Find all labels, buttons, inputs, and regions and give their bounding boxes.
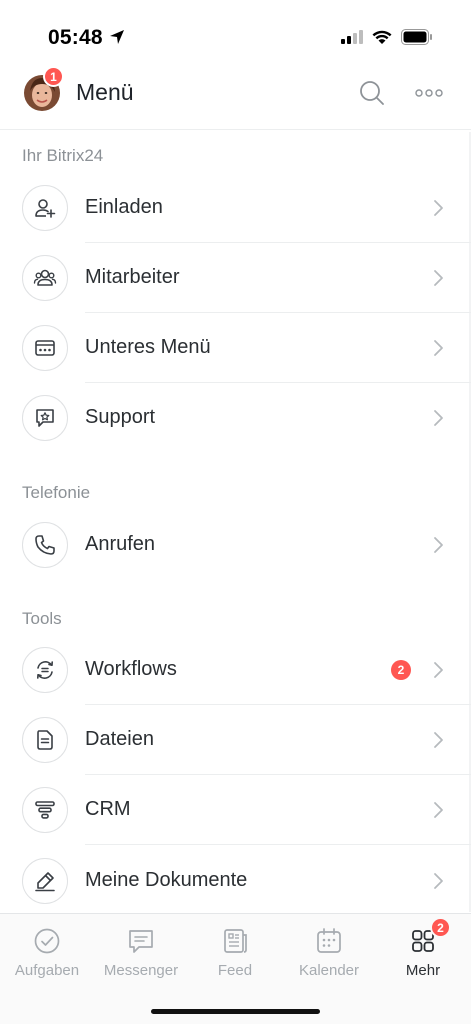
search-icon[interactable]: [358, 79, 386, 107]
tab-label: Mehr: [405, 962, 441, 979]
tab-feed[interactable]: Feed: [188, 926, 282, 979]
menu-item-label: Dateien: [85, 728, 154, 750]
calendar-icon: [317, 928, 341, 953]
chevron-right-icon: [434, 873, 443, 889]
tab-aufgaben[interactable]: Aufgaben: [0, 926, 94, 979]
chevron-right-icon: [434, 410, 443, 426]
support-chat-icon: [22, 395, 68, 441]
chevron-right-icon: [434, 662, 443, 678]
menu-item-label: Anrufen: [85, 533, 156, 555]
tab-label: Aufgaben: [14, 962, 80, 979]
menu-item-label: CRM: [85, 798, 131, 820]
status-bar: 05:48: [0, 0, 471, 70]
notification-badge: 2: [391, 660, 411, 680]
add-user-icon: [22, 185, 68, 231]
chevron-right-icon: [434, 802, 443, 818]
crm-funnel-icon: [22, 787, 68, 833]
menu-item-workflows[interactable]: Workflows 2: [0, 635, 471, 705]
chevron-right-icon: [434, 732, 443, 748]
menu-item-einladen[interactable]: Einladen: [0, 173, 471, 243]
menu-item-label: Support: [85, 406, 156, 428]
tab-kalender[interactable]: Kalender: [282, 926, 376, 979]
bottom-menu-icon: [22, 325, 68, 371]
workflow-icon: [22, 647, 68, 693]
tab-notification-badge: 2: [430, 917, 451, 938]
chevron-right-icon: [434, 340, 443, 356]
location-arrow-icon: [110, 30, 124, 44]
row-divider: [85, 844, 471, 845]
menu-item-label: Workflows: [85, 658, 177, 680]
menu-item-label: Unteres Menü: [85, 336, 211, 358]
cellular-signal-icon: [341, 30, 363, 44]
people-icon: [22, 255, 68, 301]
menu-item-meine-dokumente[interactable]: Meine Dokumente: [0, 846, 471, 916]
chat-icon: [129, 930, 153, 953]
menu-item-dateien[interactable]: Dateien: [0, 705, 471, 775]
home-indicator: [151, 1009, 320, 1014]
chevron-right-icon: [434, 270, 443, 286]
tab-label: Feed: [217, 962, 253, 979]
tab-messenger[interactable]: Messenger: [94, 926, 188, 979]
chevron-right-icon: [434, 537, 443, 553]
header: 1 Menü: [0, 66, 471, 118]
status-time: 05:48: [48, 26, 103, 49]
menu-item-label: Meine Dokumente: [85, 869, 248, 891]
menu-item-mitarbeiter[interactable]: Mitarbeiter: [0, 243, 471, 313]
avatar-notification-badge: 1: [43, 66, 64, 87]
menu-item-anrufen[interactable]: Anrufen: [0, 510, 471, 580]
phone-icon: [22, 522, 68, 568]
tab-label: Messenger: [103, 962, 179, 979]
wifi-icon: [372, 30, 392, 44]
menu-item-crm[interactable]: CRM: [0, 775, 471, 845]
more-options-icon[interactable]: [414, 83, 444, 103]
menu-item-unteres-menue[interactable]: Unteres Menü: [0, 313, 471, 383]
tab-label: Kalender: [298, 962, 360, 979]
battery-icon: [401, 29, 432, 45]
section-title-ihr-bitrix24: Ihr Bitrix24: [22, 146, 104, 165]
tab-mehr[interactable]: 2 Mehr: [376, 917, 470, 979]
page-title: Menü: [76, 79, 134, 105]
header-divider: [0, 129, 471, 130]
menu-item-support[interactable]: Support: [0, 383, 471, 453]
check-circle-icon: [34, 928, 60, 954]
bottom-tab-bar: Aufgaben Messenger Feed Kalender 2 Mehr: [0, 913, 471, 1024]
file-icon: [22, 717, 68, 763]
chevron-right-icon: [434, 200, 443, 216]
feed-icon: [224, 929, 247, 953]
status-indicators: [341, 29, 433, 45]
menu-item-label: Mitarbeiter: [85, 266, 180, 288]
sign-document-icon: [22, 858, 68, 904]
section-title-tools: Tools: [22, 609, 62, 628]
section-title-telefonie: Telefonie: [22, 483, 91, 502]
menu-item-label: Einladen: [85, 196, 163, 218]
